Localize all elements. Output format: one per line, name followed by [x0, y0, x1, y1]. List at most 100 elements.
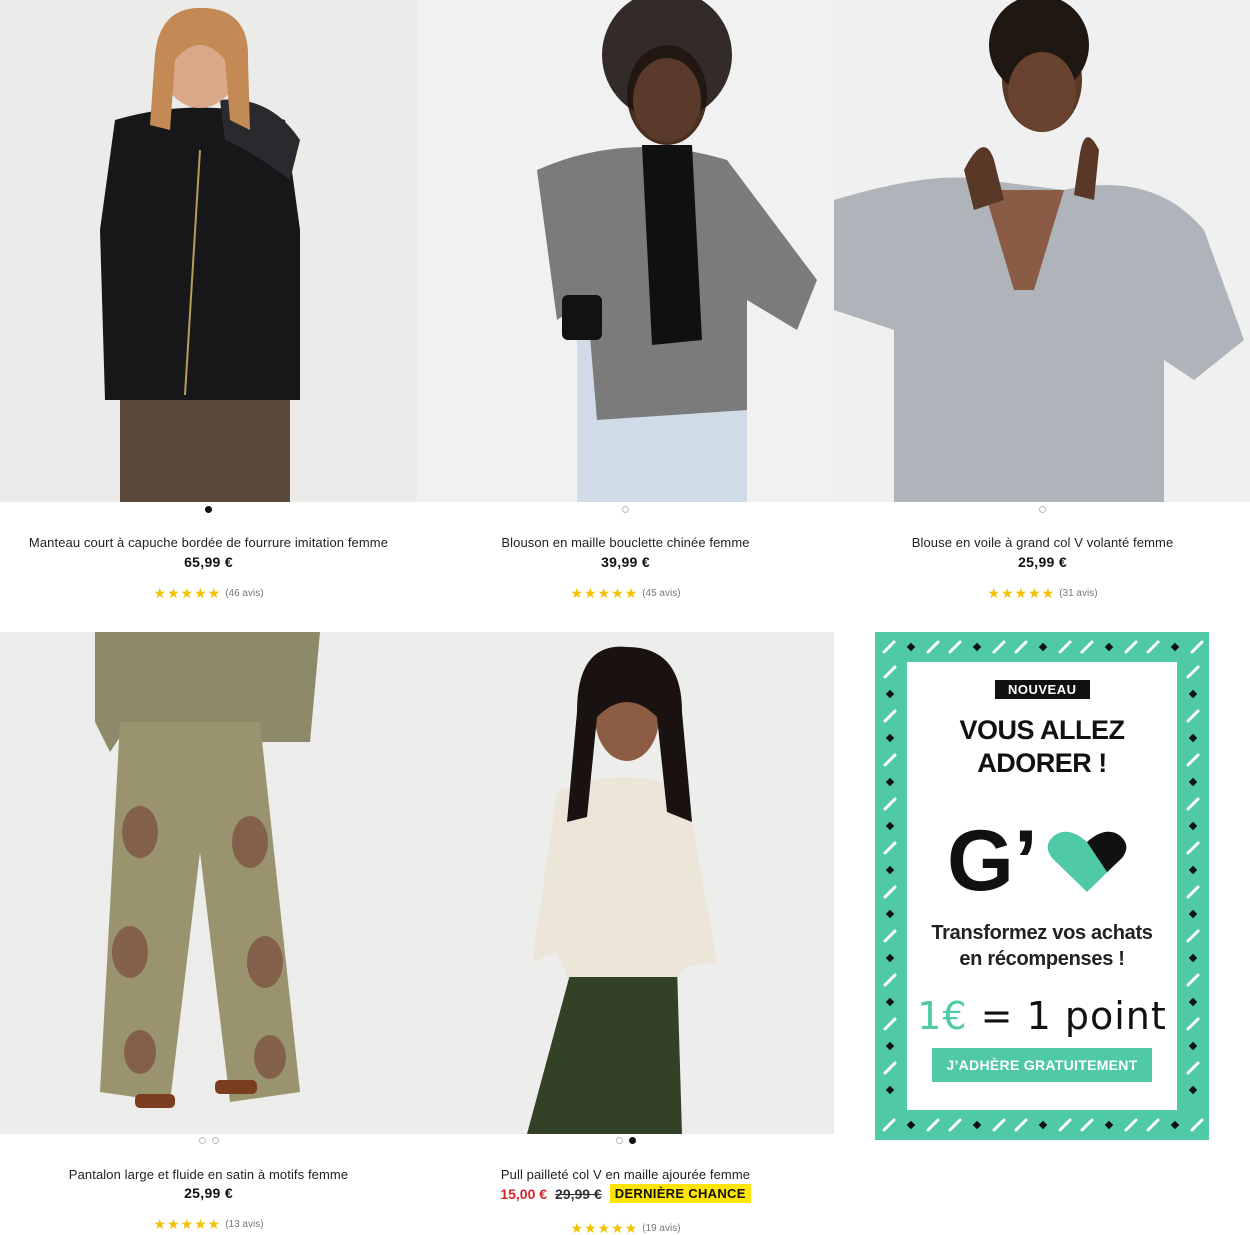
border-diamond-icon [906, 642, 916, 652]
product-price: 39,99 € [601, 554, 650, 570]
border-slash-icon [882, 640, 896, 654]
border-slash-icon [1124, 640, 1138, 654]
product-image[interactable] [417, 0, 834, 502]
product-rating[interactable]: ★★★★★ (31 avis) [834, 585, 1250, 602]
product-card[interactable]: Blouson en maille bouclette chinée femme… [417, 0, 834, 620]
star-rating-icon: ★★★★★ [570, 585, 639, 601]
border-slash-icon [1058, 640, 1072, 654]
border-diamond-icon [1038, 1120, 1048, 1130]
review-count: (46 avis) [225, 588, 264, 599]
join-free-button[interactable]: J’ADHÈRE GRATUITEMENT [932, 1048, 1152, 1082]
border-slash-icon [992, 1118, 1006, 1132]
border-slash-icon [1186, 1017, 1200, 1031]
border-slash-icon [883, 709, 897, 723]
product-card[interactable]: Manteau court à capuche bordée de fourru… [0, 0, 417, 620]
border-slash-icon [1058, 1118, 1072, 1132]
border-slash-icon [1146, 640, 1160, 654]
border-slash-icon [883, 665, 897, 679]
carousel-dot[interactable] [615, 1137, 623, 1144]
original-price: 29,99 € [555, 1185, 602, 1202]
loyalty-logo-icon: G’ [947, 813, 1137, 909]
carousel-dot[interactable] [205, 506, 212, 513]
product-image[interactable] [0, 632, 417, 1134]
product-title[interactable]: Pull pailleté col V en maille ajourée fe… [417, 1167, 834, 1182]
product-rating[interactable]: ★★★★★ (13 avis) [0, 1216, 417, 1233]
star-rating-icon: ★★★★★ [153, 1216, 222, 1232]
border-slash-icon [883, 885, 897, 899]
border-diamond-icon [1188, 1041, 1198, 1051]
product-card[interactable]: Blouse en voile à grand col V volanté fe… [834, 0, 1250, 620]
border-diamond-icon [1188, 953, 1198, 963]
star-rating-icon: ★★★★★ [987, 585, 1056, 601]
border-diamond-icon [1188, 1085, 1198, 1095]
border-diamond-icon [1188, 909, 1198, 919]
border-diamond-icon [885, 821, 895, 831]
border-diamond-icon [1188, 689, 1198, 699]
border-diamond-icon [885, 733, 895, 743]
product-image[interactable] [834, 0, 1250, 502]
border-slash-icon [948, 640, 962, 654]
border-diamond-icon [1188, 821, 1198, 831]
border-slash-icon [992, 640, 1006, 654]
border-slash-icon [926, 1118, 940, 1132]
border-diamond-icon [885, 1041, 895, 1051]
star-rating-icon: ★★★★★ [570, 1220, 639, 1235]
border-slash-icon [883, 753, 897, 767]
product-rating[interactable]: ★★★★★ (19 avis) [417, 1220, 834, 1235]
border-slash-icon [1186, 929, 1200, 943]
border-diamond-icon [1104, 1120, 1114, 1130]
product-card[interactable]: Pantalon large et fluide en satin à moti… [0, 632, 417, 1235]
border-diamond-icon [1170, 1120, 1180, 1130]
product-price: 15,00 € 29,99 € DERNIÈRE CHANCE [417, 1184, 834, 1203]
promo-subtitle: Transformez vos achats en récompenses ! [931, 922, 1153, 970]
sweater-photo-icon [417, 632, 834, 1134]
border-slash-icon [1186, 709, 1200, 723]
border-diamond-icon [885, 689, 895, 699]
border-diamond-icon [1038, 642, 1048, 652]
carousel-dot[interactable] [622, 506, 629, 513]
border-diamond-icon [885, 997, 895, 1007]
border-diamond-icon [1188, 865, 1198, 875]
points-conversion: 1€ = 1 point [917, 994, 1167, 1038]
promo-content: NOUVEAU VOUS ALLEZ ADORER ! G’ Transform… [907, 662, 1177, 1110]
product-image[interactable] [417, 632, 834, 1134]
border-diamond-icon [1188, 997, 1198, 1007]
border-diamond-icon [972, 1120, 982, 1130]
border-slash-icon [883, 797, 897, 811]
product-title[interactable]: Pantalon large et fluide en satin à moti… [0, 1167, 417, 1182]
product-title[interactable]: Blouson en maille bouclette chinée femme [417, 535, 834, 550]
border-slash-icon [883, 929, 897, 943]
border-slash-icon [948, 1118, 962, 1132]
border-diamond-icon [1188, 733, 1198, 743]
product-price: 65,99 € [184, 554, 233, 570]
promo-headline: VOUS ALLEZ ADORER ! [959, 715, 1125, 778]
border-diamond-icon [885, 865, 895, 875]
border-slash-icon [1080, 640, 1094, 654]
product-image[interactable] [0, 0, 417, 502]
product-card[interactable]: Pull pailleté col V en maille ajourée fe… [417, 632, 834, 1235]
jacket-photo-icon [417, 0, 834, 502]
border-slash-icon [882, 1118, 896, 1132]
border-slash-icon [1186, 753, 1200, 767]
product-title[interactable]: Manteau court à capuche bordée de fourru… [0, 535, 417, 550]
border-diamond-icon [885, 777, 895, 787]
border-slash-icon [926, 640, 940, 654]
review-count: (13 avis) [225, 1219, 264, 1230]
carousel-dot[interactable] [1039, 506, 1046, 513]
review-count: (45 avis) [642, 588, 681, 599]
border-slash-icon [1190, 1118, 1204, 1132]
border-diamond-icon [885, 909, 895, 919]
carousel-dot[interactable] [211, 1137, 219, 1144]
product-title[interactable]: Blouse en voile à grand col V volanté fe… [834, 535, 1250, 550]
carousel-dot[interactable] [198, 1137, 206, 1144]
sale-price: 15,00 € [500, 1185, 548, 1202]
product-rating[interactable]: ★★★★★ (46 avis) [0, 585, 417, 602]
border-slash-icon [1190, 640, 1204, 654]
border-slash-icon [1014, 640, 1028, 654]
svg-text:G’: G’ [947, 820, 1038, 900]
product-rating[interactable]: ★★★★★ (45 avis) [417, 585, 834, 602]
loyalty-promo-banner[interactable]: NOUVEAU VOUS ALLEZ ADORER ! G’ Transform… [875, 632, 1209, 1140]
border-diamond-icon [1170, 642, 1180, 652]
carousel-dot[interactable] [628, 1137, 636, 1144]
border-slash-icon [1186, 885, 1200, 899]
